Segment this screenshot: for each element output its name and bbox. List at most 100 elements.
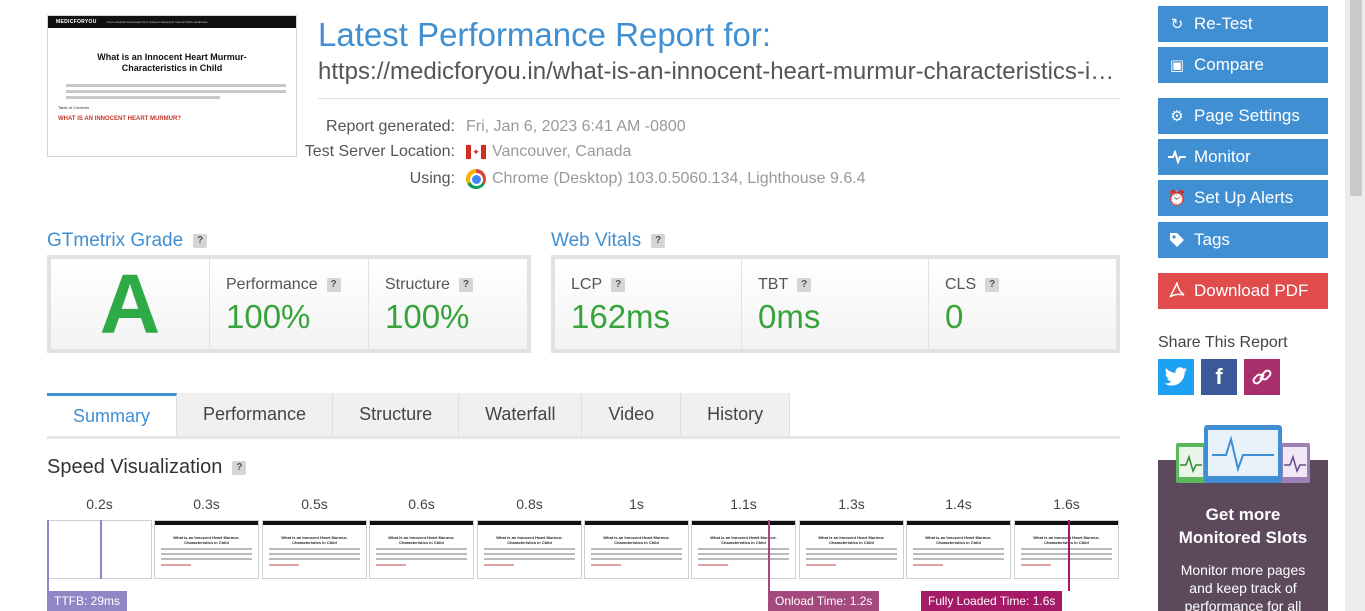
onload-marker-line: [768, 520, 770, 591]
frame-navbar: [585, 521, 688, 525]
ttfb-marker-label: TTFB: 29ms: [47, 591, 128, 611]
monitor-label: Monitor: [1194, 147, 1251, 166]
compare-button[interactable]: ▣ Compare: [1158, 47, 1328, 83]
frame-title: What is an Innocent Heart Murmur- Charac…: [1033, 535, 1100, 545]
twitter-share-button[interactable]: [1158, 359, 1194, 395]
frame-screenshot: What is an Innocent Heart Murmur- Charac…: [691, 520, 796, 579]
frame-text-line: [913, 558, 1004, 560]
monitor-dashboard-illustration: [1176, 425, 1310, 483]
filmstrip-frame[interactable]: 0.8s What is an Innocent Heart Murmur- Ch…: [477, 494, 582, 579]
frame-navbar: [800, 521, 903, 525]
filmstrip-frame[interactable]: 0.6s What is an Innocent Heart Murmur- Ch…: [369, 494, 474, 579]
frame-navbar: [370, 521, 473, 525]
facebook-share-button[interactable]: f: [1201, 359, 1237, 395]
filmstrip-frame[interactable]: 0.3s What is an Innocent Heart Murmur- Ch…: [154, 494, 259, 579]
frame-text-line: [913, 553, 1004, 555]
tags-button[interactable]: Tags: [1158, 222, 1328, 258]
cls-label: CLS: [945, 276, 977, 293]
report-title: Latest Performance Report for:: [318, 16, 772, 53]
pulse-icon: [1168, 148, 1186, 166]
retest-label: Re-Test: [1194, 14, 1253, 33]
cls-help-icon[interactable]: ?: [985, 278, 1000, 292]
frame-red-heading: [913, 564, 943, 566]
frame-red-heading: [698, 564, 728, 566]
gtmetrix-grade-title: GTmetrix Grade: [47, 230, 184, 251]
frame-text-line: [591, 553, 682, 555]
frame-text-line: [591, 558, 682, 560]
structure-cell: Structure? 100%: [369, 259, 527, 349]
speed-help-icon[interactable]: ?: [232, 460, 247, 475]
promo-text-line-1: Monitor more pages: [1180, 562, 1306, 578]
tab-performance[interactable]: Performance: [177, 393, 334, 436]
cls-cell: CLS? 0: [929, 259, 1116, 349]
thumbnail-navbar: MEDICFORYOU Home Medical Downloads Plus …: [48, 16, 296, 28]
tab-waterfall[interactable]: Waterfall: [459, 393, 583, 436]
filmstrip-frame[interactable]: 1.4s What is an Innocent Heart Murmur- Ch…: [906, 494, 1011, 579]
monitor-button[interactable]: Monitor: [1158, 139, 1328, 175]
grade-help-icon[interactable]: ?: [193, 234, 208, 248]
grade-cell: A: [51, 256, 209, 351]
canada-flag-icon: ✦: [466, 145, 486, 159]
page-settings-button[interactable]: ⚙ Page Settings: [1158, 98, 1328, 134]
frame-text-line: [484, 553, 575, 555]
filmstrip-frame[interactable]: 1.1s What is an Innocent Heart Murmur- Ch…: [691, 494, 796, 579]
alarm-clock-icon: ⏰: [1167, 190, 1187, 207]
frame-red-heading: [161, 564, 191, 566]
download-pdf-button[interactable]: Download PDF: [1158, 273, 1328, 309]
thumbnail-heading: WHAT IS AN INNOCENT HEART MURMUR?: [58, 116, 181, 122]
frame-timestamp: 1s: [629, 496, 644, 512]
scrollbar-thumb[interactable]: [1350, 0, 1362, 196]
frame-screenshot: What is an Innocent Heart Murmur- Charac…: [906, 520, 1011, 579]
frame-text-line: [269, 553, 360, 555]
vitals-help-icon[interactable]: ?: [651, 234, 666, 248]
tab-history[interactable]: History: [681, 393, 791, 436]
frame-text-line: [484, 548, 575, 550]
lcp-label: LCP: [571, 276, 603, 293]
ttfb-marker-line: [47, 520, 49, 591]
page-settings-label: Page Settings: [1194, 106, 1300, 125]
tab-structure[interactable]: Structure: [333, 393, 460, 436]
lcp-help-icon[interactable]: ?: [611, 278, 626, 292]
gtmetrix-grade-heading: GTmetrix Grade ?: [47, 230, 208, 252]
grade-letter: A: [99, 256, 161, 351]
page-screenshot-thumbnail[interactable]: MEDICFORYOU Home Medical Downloads Plus …: [47, 15, 297, 157]
frame-text-line: [698, 548, 789, 550]
frame-text-line: [1021, 548, 1112, 550]
copy-link-button[interactable]: [1244, 359, 1280, 395]
frame-screenshot: What is an Innocent Heart Murmur- Charac…: [154, 520, 259, 579]
retest-button[interactable]: ↻ Re-Test: [1158, 6, 1328, 42]
filmstrip-frame[interactable]: 0.5s What is an Innocent Heart Murmur- Ch…: [262, 494, 367, 579]
filmstrip-frame[interactable]: 1s What is an Innocent Heart Murmur- Char…: [584, 494, 689, 579]
promo-title: Get more Monitored Slots: [1158, 503, 1328, 549]
frame-red-heading: [269, 564, 299, 566]
speed-visualization-title: Speed Visualization: [47, 456, 223, 478]
filmstrip-frame[interactable]: 1.6s What is an Innocent Heart Murmur- Ch…: [1014, 494, 1119, 579]
tbt-label: TBT: [758, 276, 789, 293]
tag-icon: [1168, 231, 1186, 249]
promo-text-line-3: performance for all: [1184, 598, 1302, 611]
performance-help-icon[interactable]: ?: [326, 278, 341, 292]
report-url: https://medicforyou.in/what-is-an-innoce…: [318, 58, 1118, 85]
structure-help-icon[interactable]: ?: [458, 278, 473, 292]
thumbnail-text-line: [66, 84, 286, 87]
tbt-help-icon[interactable]: ?: [797, 278, 812, 292]
set-up-alerts-button[interactable]: ⏰ Set Up Alerts: [1158, 180, 1328, 216]
promo-text: Monitor more pages and keep track of per…: [1158, 561, 1328, 611]
frame-timestamp: 1.4s: [945, 496, 972, 512]
frame-text-line: [1021, 553, 1112, 555]
frame-text-line: [698, 558, 789, 560]
frame-text-line: [913, 548, 1004, 550]
tab-summary[interactable]: Summary: [47, 393, 178, 436]
frame-screenshot: What is an Innocent Heart Murmur- Charac…: [477, 520, 582, 579]
frame-text-line: [269, 558, 360, 560]
twitter-icon: [1164, 367, 1187, 386]
frame-title: What is an Innocent Heart Murmur- Charac…: [925, 535, 992, 545]
tab-video[interactable]: Video: [582, 393, 682, 436]
frame-text-line: [269, 548, 360, 550]
frame-screenshot: What is an Innocent Heart Murmur- Charac…: [1014, 520, 1119, 579]
thumbnail-toc: Table of Contents: [58, 105, 90, 110]
web-vitals-panel: LCP? 162ms TBT? 0ms CLS? 0: [551, 255, 1120, 353]
filmstrip-frame[interactable]: 1.3s What is an Innocent Heart Murmur- Ch…: [799, 494, 904, 579]
grade-panel: A Performance? 100% Structure? 100%: [47, 255, 531, 353]
performance-label: Performance: [226, 276, 318, 293]
